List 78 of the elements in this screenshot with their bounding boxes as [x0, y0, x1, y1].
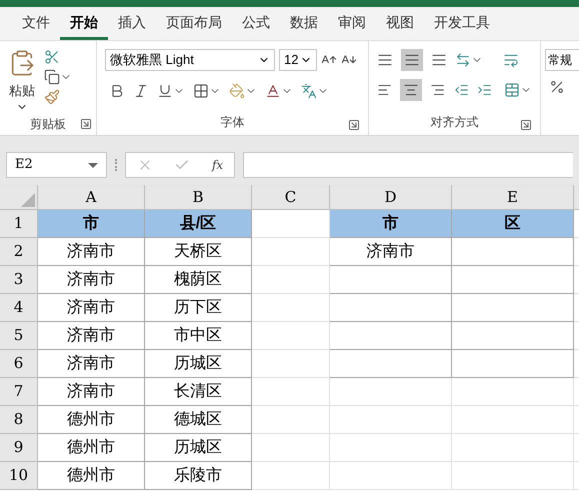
table-cell: 济南市 [38, 322, 145, 350]
row-header[interactable]: 9 [0, 434, 38, 462]
align-top-icon[interactable] [377, 52, 393, 68]
dialog-launcher-icon[interactable] [80, 118, 92, 130]
ribbon-tab[interactable]: 插入 [108, 12, 156, 40]
table-cell: 历下区 [145, 294, 252, 322]
align-left-icon[interactable] [377, 82, 392, 98]
dialog-launcher-icon[interactable] [348, 119, 360, 131]
ribbon-tab[interactable]: 开发工具 [424, 12, 500, 40]
indent-decrease-icon[interactable] [454, 82, 469, 98]
table-cell: 槐荫区 [145, 266, 252, 294]
column-header[interactable]: C [252, 185, 330, 209]
column-header[interactable]: B [145, 185, 252, 209]
number-format-dropdown[interactable]: 常规 [545, 49, 579, 71]
ribbon-tab[interactable]: 审阅 [328, 12, 376, 40]
font-name-dropdown[interactable]: 微软雅黑 Light [105, 49, 275, 71]
table-cell: 德州市 [38, 462, 145, 490]
formula-input[interactable] [243, 152, 573, 178]
row-header[interactable]: 6 [0, 350, 38, 378]
scissors-icon[interactable] [44, 49, 60, 65]
row-header[interactable]: 2 [0, 238, 38, 266]
ribbon-tab[interactable]: 视图 [376, 12, 424, 40]
table-cell: 德州市 [38, 406, 145, 434]
row-header[interactable]: 4 [0, 294, 38, 322]
row-header[interactable]: 3 [0, 266, 38, 294]
table-cell: 区 [452, 210, 574, 238]
table-cell: 长清区 [145, 378, 252, 406]
table-cell: 济南市 [38, 266, 145, 294]
table-cell: 天桥区 [145, 238, 252, 266]
table-cell: 德城区 [145, 406, 252, 434]
phonetic-icon[interactable] [301, 83, 317, 99]
group-label: 字体 [220, 114, 244, 131]
table-cell: 济南市 [38, 238, 145, 266]
column-header[interactable]: D [330, 185, 452, 209]
table-cell: 济南市 [330, 238, 452, 266]
align-bottom-icon[interactable] [431, 52, 447, 68]
table-cell: 济南市 [38, 294, 145, 322]
paste-button[interactable]: 粘贴 [8, 45, 36, 113]
table-cell: 市 [330, 210, 452, 238]
italic-icon[interactable] [133, 83, 149, 99]
table-cell: 市中区 [145, 322, 252, 350]
name-box[interactable]: E2 [6, 152, 107, 178]
table-cell: 县/区 [145, 210, 252, 238]
font-size-dropdown[interactable]: 12 [279, 49, 317, 71]
paintbrush-icon[interactable] [44, 89, 60, 105]
group-label: 剪贴板 [30, 116, 66, 133]
table-cell: 德州市 [38, 434, 145, 462]
wrap-text-icon[interactable] [503, 52, 519, 68]
dialog-launcher-icon[interactable] [520, 119, 532, 131]
ribbon-tab[interactable]: 页面布局 [156, 12, 232, 40]
row-header[interactable]: 5 [0, 322, 38, 350]
orientation-icon[interactable] [455, 52, 471, 68]
percent-icon[interactable] [549, 79, 565, 95]
border-icon[interactable] [193, 83, 209, 99]
font-color-icon[interactable] [265, 83, 281, 99]
align-right-icon[interactable] [430, 82, 446, 98]
indent-increase-icon[interactable] [476, 82, 492, 98]
column-header[interactable]: A [38, 185, 145, 209]
ribbon-tab[interactable]: 文件 [12, 12, 60, 40]
ribbon-tab[interactable]: 公式 [232, 12, 280, 40]
table-cell: 市 [38, 210, 145, 238]
table-cell: 乐陵市 [145, 462, 252, 490]
row-header[interactable]: 1 [0, 210, 38, 238]
fill-color-icon[interactable] [229, 83, 245, 99]
ribbon-tab[interactable]: 数据 [280, 12, 328, 40]
table-cell: 济南市 [38, 350, 145, 378]
underline-icon[interactable] [157, 83, 173, 99]
merge-icon[interactable] [504, 82, 520, 98]
column-header[interactable]: E [452, 185, 574, 209]
row-header[interactable]: 10 [0, 462, 38, 490]
copy-icon[interactable] [44, 69, 60, 85]
insert-function-button[interactable]: fx [212, 156, 224, 174]
table-cell: 历城区 [145, 350, 252, 378]
group-label: 对齐方式 [430, 114, 478, 131]
table-cell: 济南市 [38, 378, 145, 406]
table-cell: 历城区 [145, 434, 252, 462]
row-header[interactable]: 7 [0, 378, 38, 406]
row-header[interactable]: 8 [0, 406, 38, 434]
